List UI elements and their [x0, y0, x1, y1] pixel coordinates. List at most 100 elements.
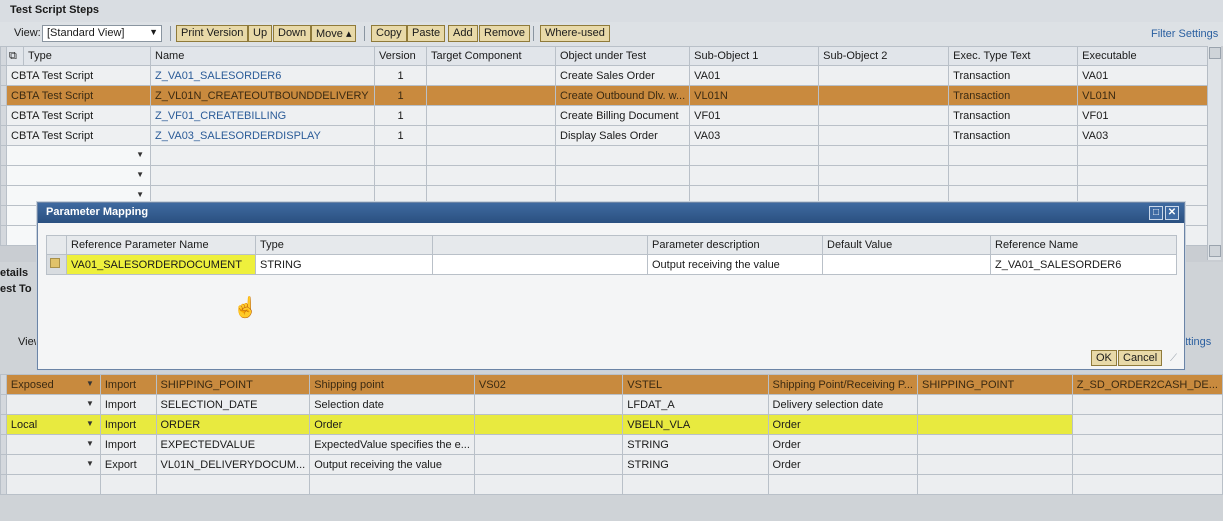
table-row-empty[interactable] — [0, 165, 1209, 186]
reference-parameter-name[interactable]: VA01_SALESORDERDOCUMENT — [66, 254, 256, 275]
table-cell[interactable] — [948, 145, 1079, 166]
where-used-button[interactable]: Where-used — [540, 25, 610, 42]
table-cell[interactable] — [155, 474, 311, 495]
scroll-up-icon[interactable] — [1209, 47, 1221, 59]
close-icon[interactable]: ✕ — [1165, 206, 1179, 220]
row-selector[interactable] — [46, 254, 67, 275]
usage-dropdown[interactable] — [5, 394, 101, 415]
table-cell[interactable] — [1077, 165, 1209, 186]
table-row[interactable]: VA01_SALESORDERDOCUMENT STRING Output re… — [46, 254, 1177, 275]
down-button[interactable]: Down — [273, 25, 312, 42]
table-cell[interactable] — [1071, 474, 1223, 495]
vertical-scrollbar[interactable] — [1207, 46, 1221, 260]
column-header[interactable] — [432, 235, 648, 255]
copy-button[interactable]: Copy — [371, 25, 407, 42]
script-name-link[interactable]: Z_VL01N_CREATEOUTBOUNDDELIVERY — [150, 85, 375, 106]
remove-button[interactable]: Remove — [479, 25, 530, 42]
table-row[interactable]: Import EXPECTEDVALUE ExpectedValue speci… — [0, 434, 1223, 455]
table-cell[interactable] — [818, 145, 950, 166]
table-cell[interactable] — [473, 474, 624, 495]
table-cell[interactable]: VS02 — [473, 374, 624, 395]
table-cell[interactable] — [1077, 145, 1209, 166]
usage-dropdown[interactable] — [5, 454, 101, 475]
table-cell[interactable] — [150, 165, 375, 186]
settings-link[interactable]: ttings — [1185, 336, 1211, 348]
ok-button[interactable]: OK — [1091, 350, 1117, 366]
usage-dropdown[interactable] — [5, 434, 101, 455]
row-selector[interactable] — [46, 235, 67, 255]
column-header[interactable]: Exec. Type Text — [948, 46, 1079, 66]
table-cell[interactable] — [818, 165, 950, 186]
table-cell[interactable] — [426, 85, 556, 106]
table-cell[interactable] — [689, 165, 820, 186]
usage-dropdown[interactable]: Exposed — [5, 374, 101, 395]
table-cell[interactable] — [622, 474, 769, 495]
table-cell[interactable] — [374, 145, 427, 166]
table-cell[interactable] — [473, 394, 624, 415]
table-cell[interactable] — [473, 454, 624, 475]
cancel-button[interactable]: Cancel — [1118, 350, 1163, 366]
move-button[interactable]: Move ▴ — [311, 25, 357, 42]
table-cell[interactable] — [99, 474, 157, 495]
column-header[interactable]: Target Component — [426, 46, 556, 66]
table-row-empty[interactable] — [0, 474, 1223, 495]
table-row-highlighted[interactable]: Local Import ORDER Order VBELN_VLA Order — [0, 414, 1223, 435]
table-cell[interactable] — [473, 434, 624, 455]
table-cell[interactable] — [426, 65, 556, 86]
type-dropdown[interactable] — [6, 145, 151, 166]
table-cell[interactable] — [426, 165, 556, 186]
table-cell[interactable] — [689, 145, 820, 166]
column-header[interactable]: Type — [23, 46, 151, 66]
resize-grip-icon[interactable]: ⟋ — [1170, 353, 1177, 364]
script-name-link[interactable]: Z_VA01_SALESORDER6 — [150, 65, 375, 86]
table-row-selected[interactable]: CBTA Test Script Z_VL01N_CREATEOUTBOUNDD… — [0, 85, 1209, 106]
table-cell[interactable] — [767, 474, 918, 495]
script-name-link[interactable]: Z_VA03_SALESORDERDISPLAY — [150, 125, 375, 146]
script-name-link[interactable]: Z_VF01_CREATEBILLING — [150, 105, 375, 126]
scroll-down-icon[interactable] — [1209, 245, 1221, 257]
table-cell[interactable] — [374, 165, 427, 186]
table-row[interactable]: Export VL01N_DELIVERYDOCUM... Output rec… — [0, 454, 1223, 475]
add-button[interactable]: Add — [448, 25, 478, 42]
table-cell: VL01N — [1077, 85, 1209, 106]
table-cell[interactable] — [309, 474, 475, 495]
column-header[interactable]: Sub-Object 2 — [818, 46, 950, 66]
table-cell[interactable] — [426, 145, 556, 166]
type-dropdown[interactable] — [6, 165, 151, 186]
up-button[interactable]: Up — [248, 25, 273, 42]
column-header[interactable]: Object under Test — [554, 46, 691, 66]
table-row-empty[interactable] — [0, 145, 1209, 166]
view-select[interactable]: [Standard View] ▼ — [42, 25, 162, 42]
print-version-button[interactable]: Print Version — [176, 25, 249, 42]
table-cell[interactable] — [916, 474, 1073, 495]
column-header[interactable]: Version — [374, 46, 427, 66]
usage-dropdown[interactable]: Local — [5, 414, 101, 435]
column-header[interactable]: Reference Name — [990, 235, 1177, 255]
table-cell[interactable] — [150, 145, 375, 166]
table-row[interactable]: CBTA Test Script Z_VA03_SALESORDERDISPLA… — [0, 125, 1209, 146]
table-cell[interactable] — [473, 414, 624, 435]
table-row-selected[interactable]: Exposed Import SHIPPING_POINT Shipping p… — [0, 374, 1223, 395]
table-cell[interactable] — [426, 125, 556, 146]
column-header[interactable]: Sub-Object 1 — [689, 46, 820, 66]
column-header[interactable]: Parameter description — [647, 235, 823, 255]
table-cell[interactable] — [5, 474, 101, 495]
column-header[interactable]: Default Value — [822, 235, 991, 255]
table-cell: ExpectedValue specifies the e... — [309, 434, 475, 455]
layout-icon[interactable]: ⧉ — [6, 46, 24, 66]
paste-button[interactable]: Paste — [407, 25, 446, 42]
column-header[interactable]: Name — [150, 46, 375, 66]
column-header[interactable]: Type — [255, 235, 433, 255]
filter-settings-link[interactable]: Filter Settings — [1151, 28, 1218, 40]
table-row[interactable]: Import SELECTION_DATE Selection date LFD… — [0, 394, 1223, 415]
table-cell[interactable] — [554, 145, 691, 166]
table-row[interactable]: CBTA Test Script Z_VA01_SALESORDER6 1 Cr… — [0, 65, 1209, 86]
table-cell[interactable] — [948, 165, 1079, 186]
table-cell[interactable] — [554, 165, 691, 186]
column-header[interactable]: Executable — [1077, 46, 1209, 66]
table-row[interactable]: CBTA Test Script Z_VF01_CREATEBILLING 1 … — [0, 105, 1209, 126]
maximize-icon[interactable]: □ — [1149, 206, 1163, 220]
dialog-title-bar[interactable]: Parameter Mapping □ ✕ — [38, 203, 1184, 223]
table-cell[interactable] — [426, 105, 556, 126]
column-header[interactable]: Reference Parameter Name — [66, 235, 256, 255]
